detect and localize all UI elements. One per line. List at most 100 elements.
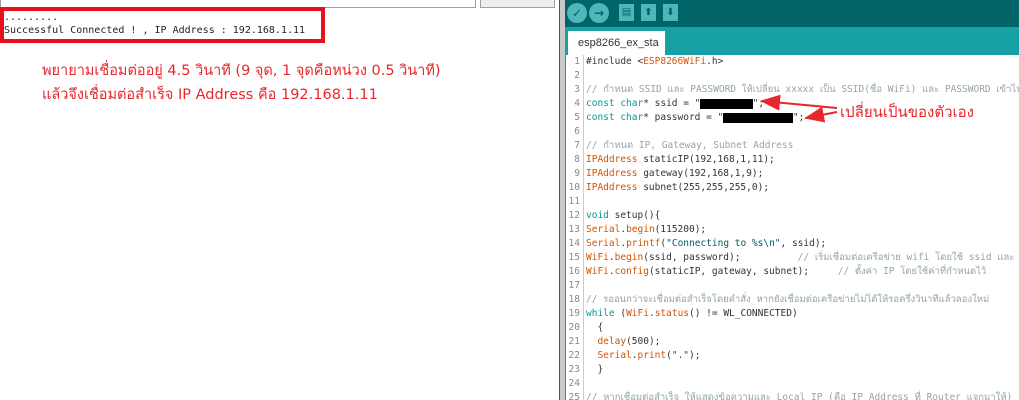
code-line: 7// กำหนด IP, Gateway, Subnet Address [566, 139, 1019, 153]
code-line: 25// หากเชื่อมต่อสำเร็จ ให้แสดงข้อความแล… [566, 391, 1019, 400]
code-token: config [614, 266, 649, 277]
line-number: 8 [566, 153, 584, 167]
code-line: 13 Serial.begin(115200); [566, 223, 1019, 237]
line-number: 25 [566, 391, 584, 400]
note-line: แล้วจึงเชื่อมต่อสำเร็จ IP Address คือ 19… [42, 87, 378, 103]
code-line: 9 IPAddress gateway(192,168,1,9); [566, 167, 1019, 181]
serial-monitor: ......... Successful Connected ! , IP Add… [0, 0, 559, 400]
save-icon[interactable]: ⬇ [663, 4, 678, 21]
code-token: ); [689, 350, 701, 361]
code-token: // ตั้งค่า IP โดยใช้ค่าที่กำหนดไว้ [837, 266, 987, 277]
highlight-box [0, 7, 325, 43]
code-token: * ssid = " [643, 98, 701, 109]
code-token: ESP8266WiFi [643, 56, 707, 67]
code-token: (500); [626, 336, 661, 347]
line-number: 1 [566, 55, 584, 69]
code-token: // หากเชื่อมต่อสำเร็จ ให้แสดงข้อความและ … [586, 392, 1013, 400]
code-token: #include < [586, 56, 644, 67]
code-line: 16 WiFi.config(staticIP, gateway, subnet)… [566, 265, 1019, 279]
code-token: while [586, 308, 615, 319]
code-token: * password = " [643, 112, 724, 123]
line-number: 3 [566, 83, 584, 97]
code-line: 20 { [566, 321, 1019, 335]
code-token: (115200); [654, 224, 707, 235]
code-token: staticIP(192,168,1,11); [637, 154, 775, 165]
open-icon[interactable]: ⬆ [641, 4, 656, 21]
line-number: 7 [566, 139, 584, 153]
code-token: { [586, 322, 604, 333]
code-line: 8 IPAddress staticIP(192,168,1,11); [566, 153, 1019, 167]
code-line: 23 } [566, 363, 1019, 377]
tab-esp8266-ex-sta[interactable]: esp8266_ex_sta [568, 31, 665, 55]
code-token: Serial [597, 350, 632, 361]
code-token: ( [614, 308, 627, 319]
new-file-icon[interactable]: ▤ [619, 4, 634, 21]
code-token: const char [586, 112, 644, 123]
code-token: "Connecting to %s\n" [666, 238, 781, 249]
code-token: } [586, 364, 604, 375]
line-number: 23 [566, 363, 584, 377]
code-token: const char [586, 98, 644, 109]
code-token: // รออนกว่าจะเชื่อมต่อสำเร็จโดยคำสั่ง หา… [586, 294, 990, 305]
code-token: subnet(255,255,255,0); [637, 182, 770, 193]
toolbar: ✓ → ▤ ⬆ ⬇ [565, 0, 1019, 27]
code-line: 2 [566, 69, 1019, 83]
send-button[interactable] [480, 0, 555, 8]
code-line: 3// กำหนด SSID และ PASSWORD ให้เปลี่ยน x… [566, 83, 1019, 97]
code-token: status [654, 308, 690, 319]
line-number: 18 [566, 293, 584, 307]
code-line: 15 WiFi.begin(ssid, password); // เริ่มเช… [566, 251, 1019, 265]
code-token: "; [792, 112, 805, 123]
redacted-value [723, 112, 793, 123]
code-line: 22 Serial.print("."); [566, 349, 1019, 363]
code-token: // กำหนด IP, Gateway, Subnet Address [586, 140, 794, 151]
line-number: 24 [566, 377, 584, 391]
upload-icon[interactable]: → [589, 3, 609, 23]
code-token: // เริ่มเชื่อมต่อเครือข่าย wifi โดยใช้ s… [797, 252, 1015, 263]
line-number: 14 [566, 237, 584, 251]
line-number: 13 [566, 223, 584, 237]
line-number: 21 [566, 335, 584, 349]
tab-strip: esp8266_ex_sta [565, 27, 1019, 55]
line-number: 9 [566, 167, 584, 181]
code-line: 24 [566, 377, 1019, 391]
code-line: 19 while (WiFi.status() != WL_CONNECTED) [566, 307, 1019, 321]
annotation-text: เปลี่ยนเป็นของตัวเอง [840, 103, 974, 121]
code-token: .h> [706, 56, 724, 67]
code-token: IPAddress [586, 182, 638, 193]
line-number: 5 [566, 111, 584, 125]
code-line: 21 delay(500); [566, 335, 1019, 349]
code-line: 17 [566, 279, 1019, 293]
code-token: print [637, 350, 667, 361]
code-token: WiFi [586, 252, 609, 263]
line-number: 12 [566, 209, 584, 223]
line-number: 15 [566, 251, 584, 265]
redacted-value [700, 98, 753, 109]
code-token: void [586, 210, 609, 221]
code-line: 10 IPAddress subnet(255,255,255,0); [566, 181, 1019, 195]
code-token: , ssid); [780, 238, 827, 249]
code-token: gateway(192,168,1,9); [637, 168, 764, 179]
line-number: 22 [566, 349, 584, 363]
code-token: setup(){ [608, 210, 661, 221]
code-token: IPAddress [586, 154, 638, 165]
code-line: 18// รออนกว่าจะเชื่อมต่อสำเร็จโดยคำสั่ง … [566, 293, 1019, 307]
line-number: 6 [566, 125, 584, 139]
code-line: 14 Serial.printf("Connecting to %s\n", ss… [566, 237, 1019, 251]
code-token: WiFi [586, 266, 609, 277]
verify-icon[interactable]: ✓ [567, 3, 587, 23]
code-token: "; [752, 98, 765, 109]
code-line: 1 #include <ESP8266WiFi.h> [566, 55, 1019, 69]
line-number: 4 [566, 97, 584, 111]
code-token: Serial [586, 224, 621, 235]
code-token: Serial [586, 238, 621, 249]
code-line: 6 [566, 125, 1019, 139]
code-token: () != WL_CONNECTED) [689, 308, 798, 319]
line-number: 16 [566, 265, 584, 279]
code-token: // กำหนด SSID และ PASSWORD ให้เปลี่ยน xx… [586, 84, 1019, 95]
line-number: 11 [566, 195, 584, 209]
code-line: 12 void setup(){ [566, 209, 1019, 223]
code-line: 11 [566, 195, 1019, 209]
